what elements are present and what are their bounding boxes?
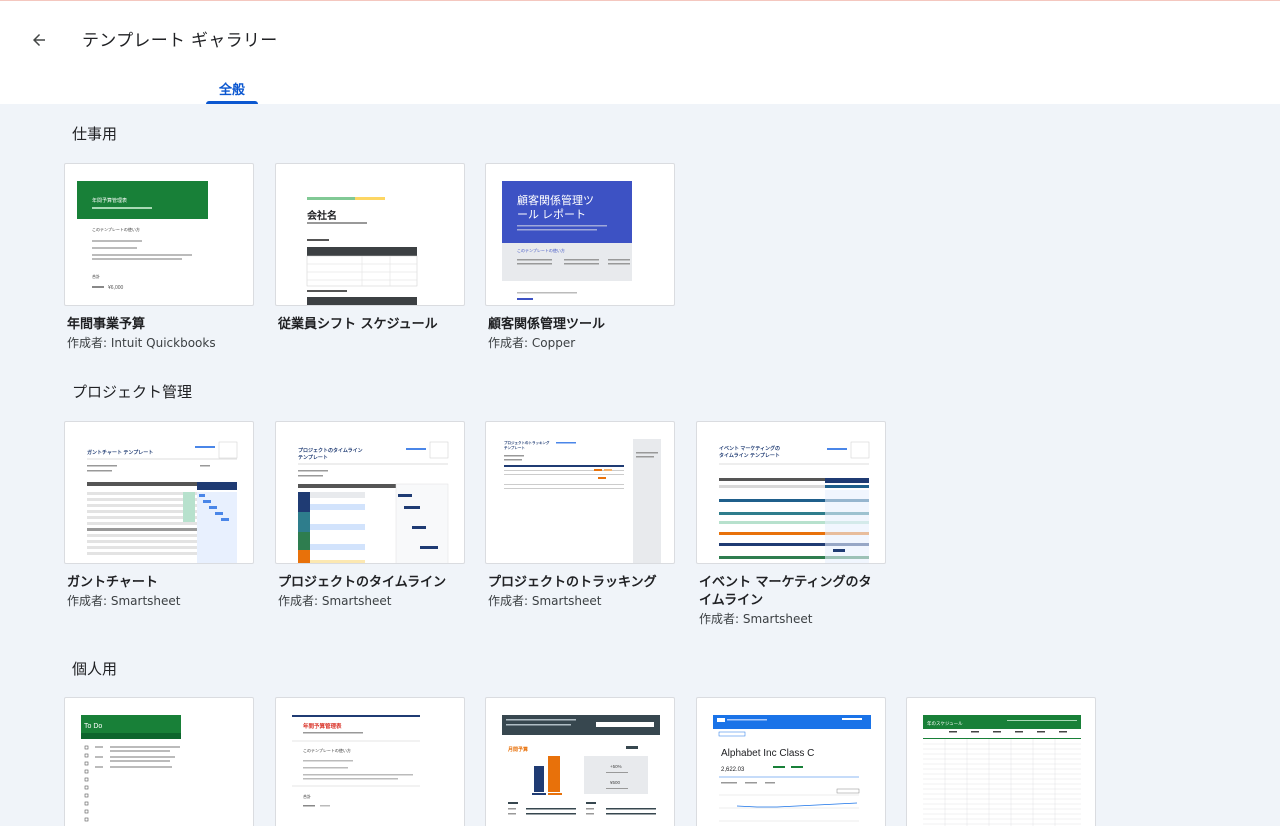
template-title-line2: イムライン <box>699 593 764 608</box>
template-thumbnail: ガントチャート テンプレート <box>64 421 254 564</box>
thumb-heading: 月間予算 <box>507 746 528 753</box>
template-author: 作成者: Smartsheet <box>699 612 813 626</box>
template-title: 年間事業予算 <box>67 317 146 332</box>
thumb-stock-price: 2,622.03 <box>721 767 745 773</box>
template-card-employee-shift[interactable]: 会社名 従業員シフト スケジュール <box>275 163 465 334</box>
thumb-heading-line1: プロジェクトのタイムライン <box>298 447 363 454</box>
template-title: ガントチャート <box>67 575 158 590</box>
thumb-heading-line1: プロジェクトのトラッキング <box>504 440 550 445</box>
template-thumbnail: 年間予算管理表 このテンプレートの使い方 合計 ¥6,000 <box>64 163 254 306</box>
template-card-project-tracking[interactable]: プロジェクトのトラッキング テンプレート プロジェクトのトラッキング 作成者: … <box>485 421 675 610</box>
template-card-annual-budget-personal[interactable]: 年間予算管理表 このテンプレートの使い方 合計 <box>275 697 465 826</box>
thumb-heading: 会社名 <box>307 209 337 222</box>
template-card-event-marketing[interactable]: イベント マーケティングの タイムライン テンプレート イベント マーケティング… <box>696 421 886 628</box>
thumb-heading: 年間予算管理表 <box>303 722 342 730</box>
thumb-stat-percent: +50% <box>610 764 622 769</box>
template-title: イベント マーケティングのタ イムライン <box>699 574 886 610</box>
template-card-todo[interactable]: To Do <box>64 697 254 826</box>
thumb-heading-line2: テンプレート <box>504 445 525 450</box>
template-thumbnail: 月間予算 +50% ¥500 <box>485 697 675 826</box>
back-button[interactable] <box>26 27 52 53</box>
template-author: 作成者: Intuit Quickbooks <box>67 336 216 350</box>
template-thumbnail: プロジェクトのトラッキング テンプレート <box>485 421 675 564</box>
template-title-line1: イベント マーケティングのタ <box>699 575 872 590</box>
thumb-heading: ガントチャート テンプレート <box>87 449 153 456</box>
thumb-subheading: このテンプレートの使い方 <box>92 226 140 232</box>
thumb-heading: 年間予算管理表 <box>92 197 127 204</box>
thumb-heading: 年のスケジュール <box>927 720 963 727</box>
template-card-gantt[interactable]: ガントチャート テンプレート ガントチャート 作成者: Smartsheet <box>64 421 254 610</box>
thumb-stock-name: Alphabet Inc Class C <box>721 748 814 759</box>
template-title: 従業員シフト スケジュール <box>278 317 438 332</box>
template-card-project-timeline[interactable]: プロジェクトのタイムライン テンプレート プロジェクトのタイムライン 作成者: … <box>275 421 465 610</box>
template-card-crm[interactable]: 顧客関係管理ツ ール レポート このテンプレートの使い方 顧客関係管理ツール 作… <box>485 163 675 352</box>
thumb-total-value: ¥6,000 <box>108 285 124 291</box>
template-thumbnail: イベント マーケティングの タイムライン テンプレート <box>696 421 886 564</box>
template-title: 顧客関係管理ツール <box>488 317 606 332</box>
section-title-work: 仕事用 <box>72 125 118 143</box>
template-card-annual-schedule[interactable]: 年のスケジュール <box>906 697 1096 826</box>
template-author: 作成者: Smartsheet <box>278 594 392 608</box>
template-thumbnail: 会社名 <box>275 163 465 306</box>
template-thumbnail: 年間予算管理表 このテンプレートの使い方 合計 <box>275 697 465 826</box>
template-thumbnail: Alphabet Inc Class C 2,622.03 <box>696 697 886 826</box>
template-author: 作成者: Copper <box>488 336 576 350</box>
template-thumbnail: 顧客関係管理ツ ール レポート このテンプレートの使い方 <box>485 163 675 306</box>
thumb-subheading: このテンプレートの使い方 <box>303 747 351 753</box>
thumb-heading: To Do <box>84 723 102 730</box>
thumb-stat-amount: ¥500 <box>610 780 621 785</box>
tab-label: 全般 <box>218 83 245 98</box>
thumb-subheading: このテンプレートの使い方 <box>517 247 565 253</box>
template-thumbnail: To Do <box>64 697 254 826</box>
template-thumbnail: 年のスケジュール <box>906 697 1096 826</box>
thumb-heading-line1: イベント マーケティングの <box>719 445 780 452</box>
template-gallery: 仕事用 年間予算管理表 このテンプレートの使い方 合計 ¥6,000 年間事業予… <box>0 104 1280 826</box>
tab-general[interactable]: 全般 <box>206 75 258 104</box>
template-author: 作成者: Smartsheet <box>488 594 602 608</box>
thumb-heading-line1: 顧客関係管理ツ <box>517 193 594 207</box>
template-title: プロジェクトのトラッキング <box>488 575 657 590</box>
thumb-total-label: 合計 <box>303 793 311 799</box>
thumb-heading-line2: テンプレート <box>298 454 328 461</box>
template-card-monthly-budget[interactable]: 月間予算 +50% ¥500 <box>485 697 675 826</box>
template-thumbnail: プロジェクトのタイムライン テンプレート <box>275 421 465 564</box>
thumb-heading-line2: ール レポート <box>517 208 586 221</box>
thumb-total-label: 合計 <box>92 273 100 279</box>
app-header: テンプレート ギャラリー 全般 <box>0 1 1280 104</box>
template-card-stock-tracker[interactable]: Alphabet Inc Class C 2,622.03 <box>696 697 886 826</box>
section-title-personal: 個人用 <box>72 660 118 678</box>
template-card-annual-budget[interactable]: 年間予算管理表 このテンプレートの使い方 合計 ¥6,000 年間事業予算 作成… <box>64 163 254 352</box>
section-title-project: プロジェクト管理 <box>72 383 193 401</box>
thumb-heading-line2: タイムライン テンプレート <box>719 452 780 459</box>
template-title: プロジェクトのタイムライン <box>278 575 447 590</box>
page-title: テンプレート ギャラリー <box>82 31 278 51</box>
template-author: 作成者: Smartsheet <box>67 594 181 608</box>
arrow-left-icon <box>33 34 45 46</box>
